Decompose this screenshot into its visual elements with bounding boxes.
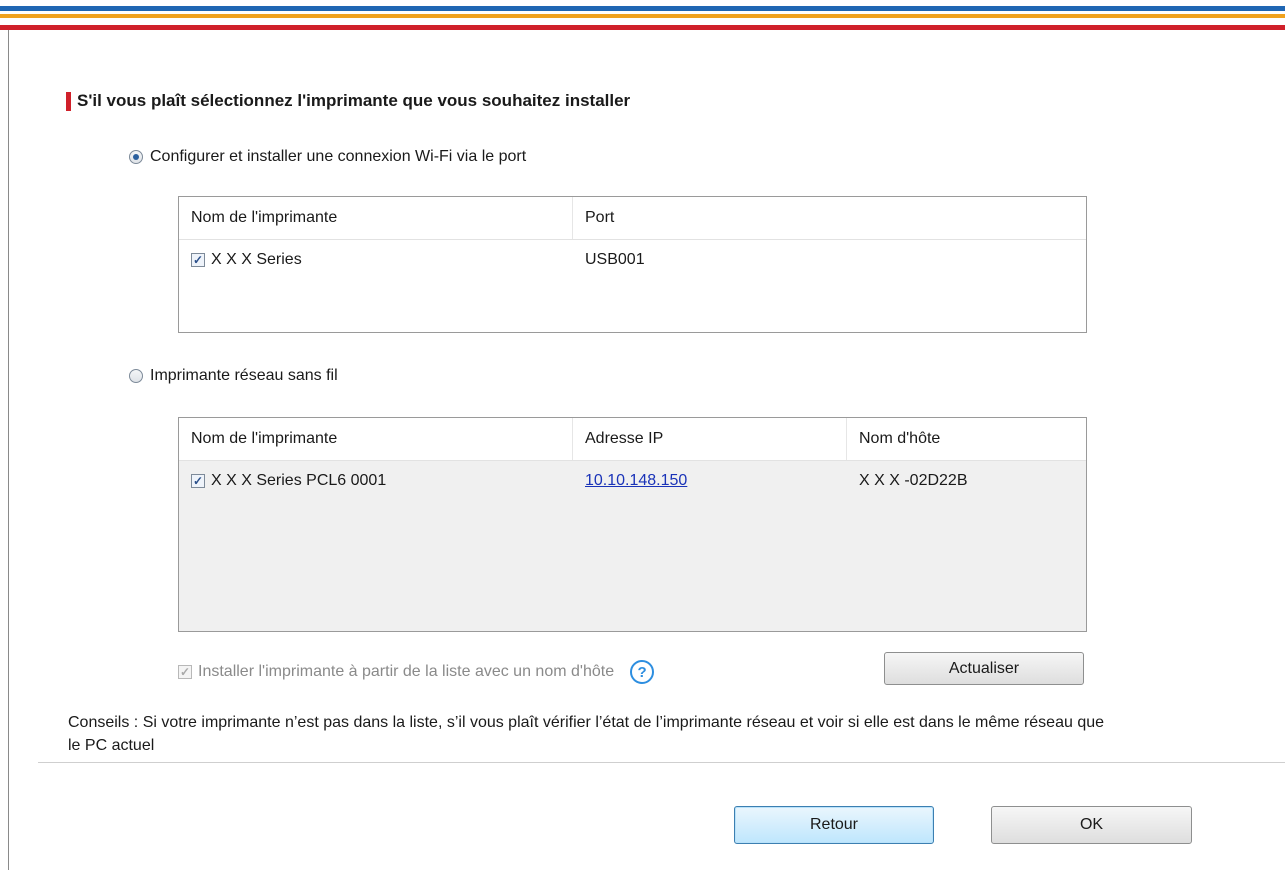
column-hostname[interactable]: Nom d'hôte (847, 418, 1086, 460)
header-stripe-red (0, 25, 1285, 30)
ip-address-link[interactable]: 10.10.148.150 (585, 472, 687, 490)
usb-printer-list[interactable]: Nom de l'imprimante Port ✓ X X X Series … (178, 196, 1087, 333)
checkbox-disabled-icon: ✓ (178, 665, 192, 679)
table-row[interactable]: ✓ X X X Series USB001 (179, 240, 1086, 280)
header-stripe-orange (0, 14, 1285, 18)
printer-name: X X X Series (211, 251, 302, 268)
usb-list-header: Nom de l'imprimante Port (179, 197, 1086, 240)
refresh-button[interactable]: Actualiser (884, 652, 1084, 685)
wireless-network-label: Imprimante réseau sans fil (150, 367, 338, 384)
tips-text: Conseils : Si votre imprimante n’est pas… (68, 714, 1105, 754)
page-heading: S'il vous plaît sélectionnez l'imprimant… (66, 91, 630, 111)
column-printer-name[interactable]: Nom de l'imprimante (179, 418, 573, 460)
help-icon[interactable]: ? (630, 660, 655, 684)
table-row[interactable]: ✓ X X X Series PCL6 0001 10.10.148.150 X… (179, 461, 1086, 501)
window-left-border (8, 30, 9, 870)
printer-name: X X X Series PCL6 0001 (211, 472, 387, 489)
printer-name-cell: ✓ X X X Series (179, 251, 573, 269)
install-by-hostname-option: ✓ Installer l'imprimante à partir de la … (178, 660, 655, 684)
column-printer-name[interactable]: Nom de l'imprimante (179, 197, 573, 239)
ip-address-cell: 10.10.148.150 (573, 472, 847, 490)
column-ip-address[interactable]: Adresse IP (573, 418, 847, 460)
header-stripe-blue (0, 6, 1285, 11)
printer-name-cell: ✓ X X X Series PCL6 0001 (179, 472, 573, 490)
hostname-cell: X X X -02D22B (859, 472, 968, 489)
port-cell: USB001 (585, 251, 645, 268)
heading-accent-bar (66, 91, 71, 111)
radio-selected-icon (129, 150, 143, 164)
ok-button[interactable]: OK (991, 806, 1192, 844)
wireless-network-radio[interactable]: Imprimante réseau sans fil (129, 367, 338, 385)
install-by-hostname-label: Installer l'imprimante à partir de la li… (198, 663, 615, 680)
column-port[interactable]: Port (573, 197, 1086, 239)
usb-connection-radio[interactable]: Configurer et installer une connexion Wi… (129, 148, 526, 166)
page-title: S'il vous plaît sélectionnez l'imprimant… (77, 91, 631, 110)
network-list-header: Nom de l'imprimante Adresse IP Nom d'hôt… (179, 418, 1086, 461)
usb-connection-label: Configurer et installer une connexion Wi… (150, 148, 527, 165)
checkbox-checked-icon[interactable]: ✓ (191, 253, 205, 267)
footer-divider (38, 762, 1285, 763)
checkbox-checked-icon[interactable]: ✓ (191, 474, 205, 488)
back-button[interactable]: Retour (734, 806, 934, 844)
network-printer-list[interactable]: Nom de l'imprimante Adresse IP Nom d'hôt… (178, 417, 1087, 632)
radio-unselected-icon (129, 369, 143, 383)
